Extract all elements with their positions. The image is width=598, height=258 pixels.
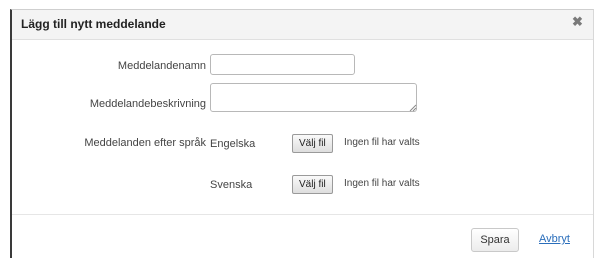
messages-by-language-label: Meddelanden efter språk (84, 137, 206, 149)
message-name-input[interactable] (210, 54, 355, 75)
footer-divider (12, 214, 593, 215)
dialog-header: Lägg till nytt meddelande ✖ (12, 10, 593, 40)
dialog-title: Lägg till nytt meddelande (21, 17, 166, 31)
language-name-swedish: Svenska (210, 179, 253, 191)
save-button[interactable]: Spara (471, 228, 519, 252)
file-status-swedish: Ingen fil har valts (344, 178, 420, 189)
page-background: Lägg till nytt meddelande ✖ Meddelandena… (0, 0, 598, 258)
message-name-label: Meddelandenamn (117, 60, 206, 72)
message-description-label: Meddelandebeskrivning (89, 98, 206, 110)
choose-file-button-english[interactable]: Välj fil (292, 134, 333, 153)
file-status-english: Ingen fil har valts (344, 137, 420, 148)
language-name-english: Engelska (210, 138, 256, 150)
choose-file-button-swedish[interactable]: Välj fil (292, 175, 333, 194)
message-description-textarea[interactable] (210, 83, 417, 112)
resize-grip-icon[interactable] (409, 104, 417, 112)
cancel-link[interactable]: Avbryt (539, 233, 570, 245)
close-icon[interactable]: ✖ (572, 15, 586, 29)
add-message-dialog: Lägg till nytt meddelande ✖ Meddelandena… (10, 9, 594, 258)
